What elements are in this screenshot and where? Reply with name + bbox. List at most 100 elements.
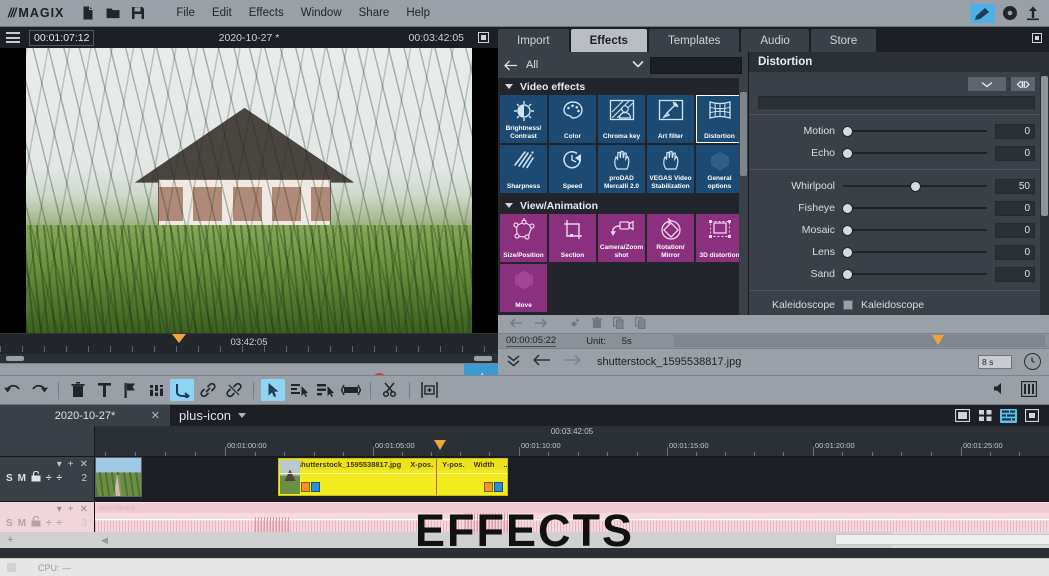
cut-button[interactable] xyxy=(378,379,402,401)
tab-templates[interactable]: Templates xyxy=(649,29,739,52)
title-button[interactable] xyxy=(92,379,116,401)
fade-out-button[interactable]: ÷ xyxy=(57,518,63,529)
slider-value[interactable]: 0 xyxy=(995,245,1035,260)
audio-mix-button[interactable] xyxy=(144,379,168,401)
chevron-down-icon[interactable]: ▾ xyxy=(57,459,62,470)
menu-item-share[interactable]: Share xyxy=(359,7,390,19)
slider-track-motion[interactable] xyxy=(843,124,987,138)
slider-value[interactable]: 50 xyxy=(995,179,1035,194)
slider-value[interactable]: 0 xyxy=(995,267,1035,282)
timeline-playhead[interactable] xyxy=(434,440,446,450)
zoom-fit-button[interactable] xyxy=(417,379,441,401)
add-track-button[interactable]: + xyxy=(0,532,95,548)
add-keyframe-icon[interactable] xyxy=(568,317,581,331)
effect-size-position[interactable]: Size/Position xyxy=(500,214,547,262)
slider-value[interactable]: 0 xyxy=(995,223,1035,238)
chevron-down-icon[interactable] xyxy=(238,413,246,418)
plus-icon[interactable]: + xyxy=(68,504,74,515)
menu-item-edit[interactable]: Edit xyxy=(212,7,232,19)
tab-store[interactable]: Store xyxy=(811,29,877,52)
settings-vertical-scrollbar[interactable] xyxy=(1040,72,1049,315)
solo-button[interactable]: S xyxy=(6,473,13,484)
slider-value[interactable]: 0 xyxy=(995,124,1035,139)
effect-move[interactable]: Move xyxy=(500,264,547,312)
effect-art-filter[interactable]: Art filter xyxy=(647,95,694,143)
effect-section[interactable]: Section xyxy=(549,214,596,262)
tab-effects[interactable]: Effects xyxy=(571,29,647,52)
clip-handle-right[interactable] xyxy=(484,482,503,492)
save-disk-icon[interactable] xyxy=(130,5,146,21)
slider-track-fisheye[interactable] xyxy=(843,201,987,215)
copy-keyframe-icon[interactable] xyxy=(613,317,624,332)
slider-track-mosaic[interactable] xyxy=(843,223,987,237)
effect-brightness-contrast[interactable]: Brightness/ Contrast xyxy=(500,95,547,143)
close-icon[interactable]: ✕ xyxy=(151,409,160,422)
keyframe-next-icon[interactable] xyxy=(534,318,547,331)
tab-audio[interactable]: Audio xyxy=(741,29,808,52)
mute-button[interactable]: M xyxy=(18,518,26,529)
effect-sharpness[interactable]: Sharpness xyxy=(500,145,547,193)
effect-prodad-mercalli[interactable]: proDAD Mercalli 2.0 xyxy=(598,145,645,193)
menu-item-window[interactable]: Window xyxy=(301,7,342,19)
maximize-icon[interactable] xyxy=(478,32,489,43)
double-chevron-down-icon[interactable] xyxy=(506,353,521,371)
effect-rotation-mirror[interactable]: Rotation/ Mirror xyxy=(647,214,694,262)
lock-icon[interactable] xyxy=(31,516,41,530)
slider-track-whirlpool[interactable] xyxy=(843,179,987,193)
effect-distortion[interactable]: Distortion xyxy=(696,95,743,143)
preview-current-timecode[interactable]: 00:01:07:12 xyxy=(29,30,94,46)
timeline-clip-video[interactable]: shutterstock_1595538817.jpg X-pos. Y-pos… xyxy=(278,458,508,496)
scrollbar-thumb[interactable] xyxy=(835,534,1049,545)
storyboard-view-button[interactable] xyxy=(954,409,971,423)
export-upload-icon[interactable] xyxy=(1025,5,1041,21)
effect-camera-zoom-shot[interactable]: Camera/Zoom shot xyxy=(598,214,645,262)
keyframe-ruler[interactable]: 00:00:05:22 Unit: 5s xyxy=(498,333,1049,349)
burn-disc-icon[interactable] xyxy=(1002,5,1018,21)
stretch-mode-button[interactable] xyxy=(339,379,363,401)
reset-icon[interactable] xyxy=(1011,77,1035,91)
preview-scrollbar[interactable] xyxy=(0,354,498,363)
tab-import[interactable]: Import xyxy=(498,29,569,52)
lock-icon[interactable] xyxy=(31,471,41,485)
slider-track-echo[interactable] xyxy=(843,146,987,160)
keyframe-unit-value[interactable]: 5s xyxy=(622,336,632,347)
hamburger-icon[interactable] xyxy=(6,32,20,43)
solo-button[interactable]: S xyxy=(6,518,13,529)
keyframe-playhead-marker[interactable] xyxy=(932,335,944,345)
back-arrow-icon[interactable] xyxy=(533,354,551,369)
single-object-mode-button[interactable] xyxy=(287,379,311,401)
loop-button[interactable] xyxy=(170,379,194,401)
keyframe-prev-icon[interactable] xyxy=(510,318,523,331)
preview-playhead-marker[interactable] xyxy=(172,334,186,343)
clock-icon[interactable] xyxy=(1024,353,1041,370)
timeline-ruler-scale[interactable]: 00:01:00:00 00:01:05:00 00:01:10:00 00:0… xyxy=(95,438,1049,456)
mute-button[interactable]: M xyxy=(18,473,26,484)
fade-in-button[interactable]: ÷ xyxy=(46,473,52,484)
menu-item-help[interactable]: Help xyxy=(406,7,430,19)
effect-3d-distortion[interactable]: 3D distortion xyxy=(696,214,743,262)
link-button[interactable] xyxy=(196,379,220,401)
slider-value[interactable]: 0 xyxy=(995,201,1035,216)
video-stage[interactable] xyxy=(0,48,498,333)
close-icon[interactable]: ✕ xyxy=(80,504,88,515)
timeline-ruler[interactable]: 00:01:00:00 00:01:05:00 00:01:10:00 00:0… xyxy=(0,438,1049,457)
track-mode-button[interactable] xyxy=(313,379,337,401)
slider-track-sand[interactable] xyxy=(843,267,987,281)
clip-handle-left[interactable] xyxy=(301,482,320,492)
track-header-video[interactable]: ▾ + ✕ S M ÷ ÷ 2 xyxy=(0,457,95,502)
select-mouse-button[interactable] xyxy=(261,379,285,401)
fade-in-button[interactable]: ÷ xyxy=(46,518,52,529)
group-header-video-effects[interactable]: Video effects xyxy=(498,78,748,95)
import-arrow-icon[interactable] xyxy=(970,4,995,23)
preset-dropdown-button[interactable] xyxy=(968,77,1006,91)
fade-out-button[interactable]: ÷ xyxy=(57,473,63,484)
effect-vegas-stabilization[interactable]: VEGAS Video Stabilization xyxy=(647,145,694,193)
preview-timeline-ruler[interactable]: 03:42:05 xyxy=(0,333,498,354)
speaker-icon[interactable] xyxy=(992,381,1009,399)
redo-button[interactable] xyxy=(27,379,51,401)
effect-general-options[interactable]: General options xyxy=(696,145,743,193)
keyframe-duration-field[interactable]: 8 s xyxy=(978,355,1012,369)
close-icon[interactable]: ✕ xyxy=(80,459,88,470)
menu-item-file[interactable]: File xyxy=(176,7,195,19)
multicam-view-button[interactable] xyxy=(1023,409,1040,423)
